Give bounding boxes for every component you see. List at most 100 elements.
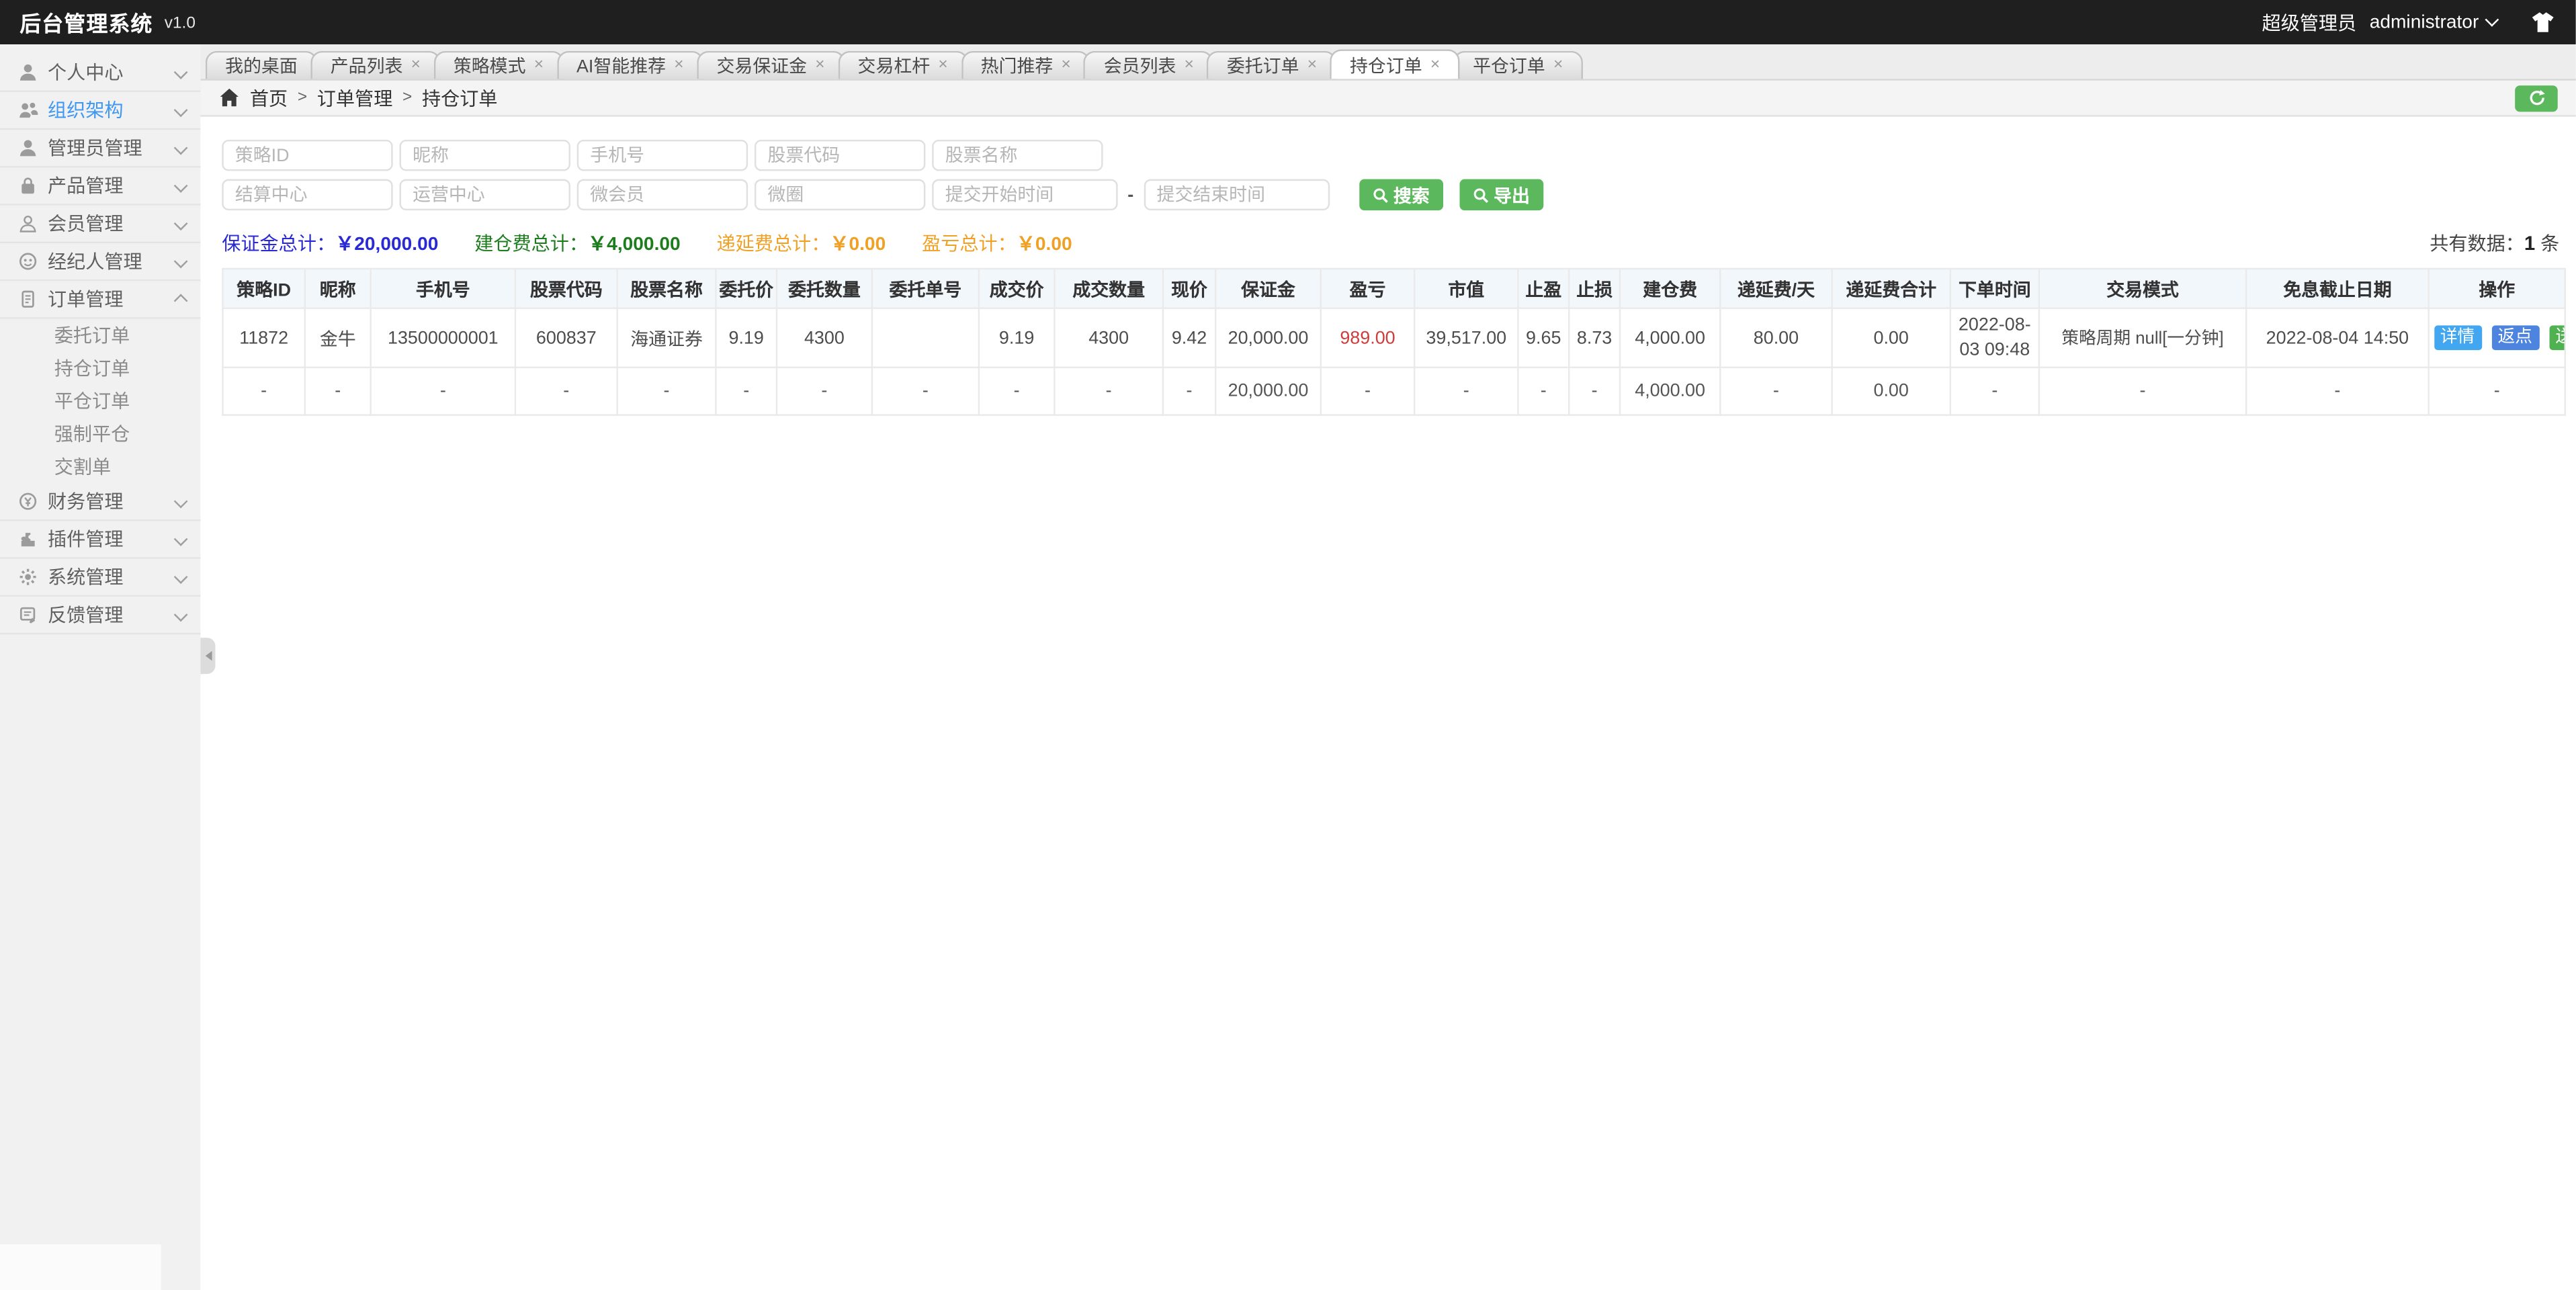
cell-defer-fee-day: 80.00: [1720, 308, 1832, 368]
theme-tshirt-icon[interactable]: [2530, 10, 2556, 35]
close-icon[interactable]: ×: [411, 58, 421, 74]
total-cell: -: [979, 368, 1055, 415]
chevron-down-icon: [174, 216, 188, 230]
close-icon[interactable]: ×: [938, 58, 947, 74]
close-icon[interactable]: ×: [1553, 58, 1563, 74]
summary-bar: 保证金总计：￥20,000.00 建仓费总计：￥4,000.00 递延费总计：￥…: [222, 230, 2559, 257]
operation-center-input[interactable]: [399, 179, 570, 210]
cell-interest-free-deadline: 2022-08-04 14:50: [2246, 308, 2429, 368]
stock-name-input[interactable]: [932, 140, 1103, 171]
col-header: 现价: [1163, 269, 1215, 308]
close-icon[interactable]: ×: [534, 58, 544, 74]
breadcrumb-order-management[interactable]: 订单管理: [317, 85, 393, 111]
sidebar-subitem-close-orders[interactable]: 平仓订单: [0, 384, 200, 417]
cell-entrust-no: [872, 308, 979, 368]
tab-entrust-orders[interactable]: 委托订单×: [1207, 51, 1336, 79]
total-cell: -: [1054, 368, 1162, 415]
col-header: 委托数量: [777, 269, 872, 308]
user-role-label: 超级管理员: [2262, 9, 2356, 35]
tab-ai-recommend[interactable]: AI智能推荐×: [557, 51, 703, 79]
tab-strategy-mode[interactable]: 策略模式×: [433, 51, 563, 79]
open-fee-total: 建仓费总计：￥4,000.00: [474, 230, 680, 257]
refresh-button[interactable]: [2515, 85, 2558, 111]
col-header: 建仓费: [1620, 269, 1720, 308]
col-header: 止损: [1569, 269, 1620, 308]
sidebar-subitem-entrust-orders[interactable]: 委托订单: [0, 319, 200, 352]
close-icon[interactable]: ×: [815, 58, 824, 74]
cell-nickname: 金牛: [305, 308, 371, 368]
chevron-down-icon: [174, 570, 188, 584]
col-header: 委托价: [716, 269, 777, 308]
member-icon: [18, 214, 38, 233]
sidebar-item-product-management[interactable]: 产品管理: [0, 168, 200, 206]
table-header-row: 策略ID 昵称 手机号 股票代码 股票名称 委托价 委托数量 委托单号 成交价 …: [223, 269, 2565, 308]
sidebar-item-admin-management[interactable]: 管理员管理: [0, 130, 200, 167]
phone-input[interactable]: [577, 140, 748, 171]
sidebar-item-member-management[interactable]: 会员管理: [0, 206, 200, 243]
breadcrumb-home[interactable]: 首页: [250, 85, 288, 111]
tab-position-orders[interactable]: 持仓订单×: [1330, 49, 1460, 79]
close-icon[interactable]: ×: [1185, 58, 1194, 74]
export-button[interactable]: 导出: [1459, 179, 1543, 210]
tab-product-list[interactable]: 产品列表×: [310, 51, 440, 79]
tab-close-orders[interactable]: 平仓订单×: [1453, 51, 1583, 79]
tab-member-list[interactable]: 会员列表×: [1084, 51, 1213, 79]
col-header: 止盈: [1518, 269, 1569, 308]
chevron-down-icon: [174, 179, 188, 193]
sidebar-item-finance-management[interactable]: 财务管理: [0, 483, 200, 521]
give-stock-button[interactable]: 送股: [2549, 325, 2565, 351]
sidebar-item-personal-center[interactable]: 个人中心: [0, 54, 200, 92]
submit-start-time-input[interactable]: [932, 179, 1117, 210]
sidebar-subitem-settlement[interactable]: 交割单: [0, 450, 200, 483]
cell-stock-code: 600837: [515, 308, 617, 368]
chevron-up-icon: [174, 294, 188, 308]
sidebar-item-order-management[interactable]: 订单管理: [0, 281, 200, 318]
breadcrumb-current-page: 持仓订单: [422, 85, 498, 111]
stock-code-input[interactable]: [755, 140, 925, 171]
chevron-down-icon: [174, 608, 188, 622]
col-header: 股票代码: [515, 269, 617, 308]
product-bag-icon: [18, 176, 38, 196]
tab-hot-recommend[interactable]: 热门推荐×: [961, 51, 1090, 79]
strategy-id-input[interactable]: [222, 140, 392, 171]
chevron-down-icon: [174, 141, 188, 155]
total-cell: -: [872, 368, 979, 415]
sidebar-subitem-force-close[interactable]: 强制平仓: [0, 417, 200, 450]
sidebar-item-organization[interactable]: 组织架构: [0, 92, 200, 130]
sidebar-item-feedback-management[interactable]: 反馈管理: [0, 597, 200, 634]
rebate-button[interactable]: 返点: [2491, 325, 2539, 351]
cell-phone: 13500000001: [371, 308, 515, 368]
sidebar-item-system-management[interactable]: 系统管理: [0, 559, 200, 597]
nickname-input[interactable]: [399, 140, 570, 171]
micro-circle-input[interactable]: [755, 179, 925, 210]
tab-trade-margin[interactable]: 交易保证金×: [697, 51, 845, 79]
breadcrumb: 首页 > 订单管理 > 持仓订单: [200, 81, 2575, 117]
close-icon[interactable]: ×: [1062, 58, 1071, 74]
sidebar-collapse-handle[interactable]: [200, 638, 215, 674]
close-icon[interactable]: ×: [674, 58, 683, 74]
detail-button[interactable]: 详情: [2434, 325, 2481, 351]
refresh-icon: [2527, 89, 2545, 107]
tab-trade-leverage[interactable]: 交易杠杆×: [838, 51, 968, 79]
micro-member-input[interactable]: [577, 179, 748, 210]
close-icon[interactable]: ×: [1307, 58, 1317, 74]
tab-my-desktop[interactable]: 我的桌面: [206, 51, 317, 79]
total-cell: -: [777, 368, 872, 415]
sidebar-subitem-position-orders[interactable]: 持仓订单: [0, 352, 200, 385]
sidebar-item-broker-management[interactable]: 经纪人管理: [0, 243, 200, 281]
chevron-down-icon: [174, 494, 188, 509]
col-header: 昵称: [305, 269, 371, 308]
col-header: 免息截止日期: [2246, 269, 2429, 308]
col-header: 盈亏: [1321, 269, 1414, 308]
settlement-center-input[interactable]: [222, 179, 392, 210]
total-cell: -: [371, 368, 515, 415]
finance-icon: [18, 492, 38, 511]
total-cell: -: [2246, 368, 2429, 415]
submit-end-time-input[interactable]: [1144, 179, 1329, 210]
user-menu[interactable]: administrator: [2370, 12, 2497, 32]
search-button[interactable]: 搜索: [1359, 179, 1443, 210]
close-icon[interactable]: ×: [1430, 56, 1440, 73]
table-row: 11872 金牛 13500000001 600837 海通证券 9.19 43…: [223, 308, 2565, 368]
cell-stock-name: 海通证券: [617, 308, 716, 368]
sidebar-item-plugin-management[interactable]: 插件管理: [0, 521, 200, 559]
